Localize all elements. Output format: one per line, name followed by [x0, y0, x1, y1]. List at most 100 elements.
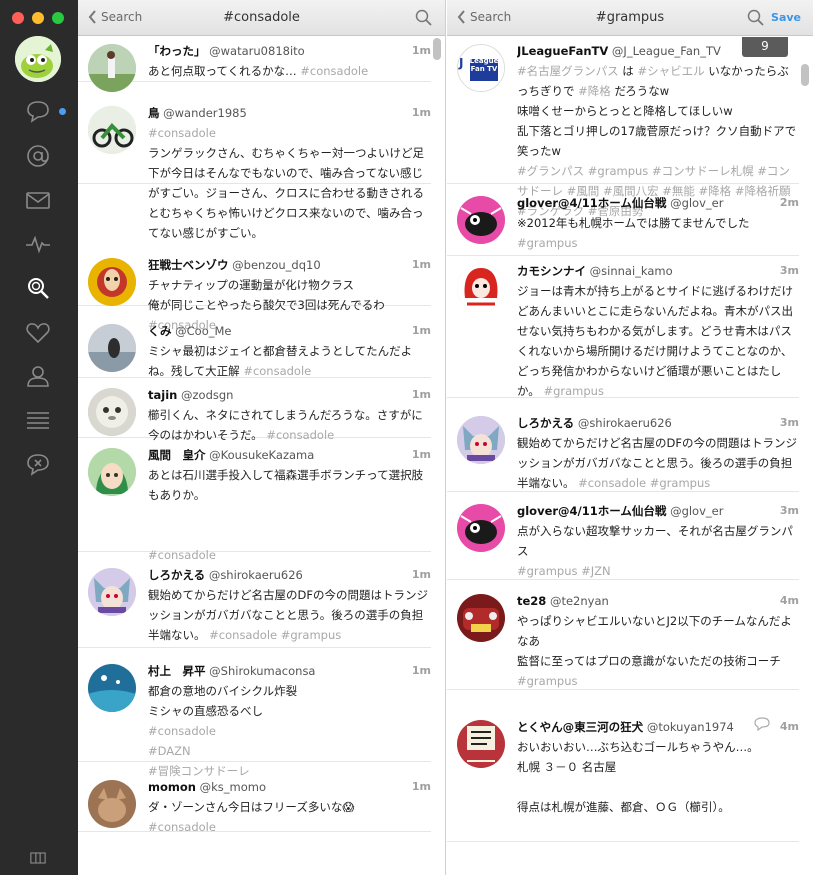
tweet-row[interactable]: 村上 昇平 @Shirokumaconsa 1m 都倉の意地のバイシクル炸裂 ミシャの…	[78, 656, 431, 778]
avatar[interactable]	[88, 448, 136, 496]
tweet-text: ジョーは青木が持ち上がるとサイドに逃げるわけだけどあんまいいとこに走らないんだよ…	[517, 284, 793, 398]
display-name: とくやん@東三河の狂犬	[517, 720, 644, 734]
avatar[interactable]	[88, 258, 136, 306]
save-button[interactable]: Save	[771, 11, 801, 24]
search-icon[interactable]	[22, 273, 54, 303]
user-handle: @ks_momo	[199, 780, 267, 794]
timestamp: 3m	[779, 416, 799, 429]
hashtag: #consadole	[243, 364, 312, 378]
display-name: 村上 昇平	[148, 664, 206, 678]
avatar[interactable]	[88, 664, 136, 712]
timestamp: 3m	[779, 264, 799, 277]
tweet-row[interactable]: 鳥 @wander1985 1m #consadole ランゲラックさん、むちゃくちゃ…	[78, 98, 431, 240]
window-controls	[12, 12, 64, 24]
text-segment: だろうなw	[610, 84, 670, 98]
tweet-text: #名古屋グランパス は #シャビエル いなかったらぶっちぎりで #降格 だろうな…	[517, 61, 799, 101]
tweet-text: ランゲラックさん、むちゃくちゃー対一つよいけど足下が今日はそんなでもないので、噛…	[148, 146, 424, 240]
avatar[interactable]	[88, 388, 136, 436]
tweet-feed: J League Fan TV JLeagueFanTV @J_League_Fan_…	[447, 36, 813, 875]
tweet-text	[148, 505, 431, 525]
tweet-row[interactable]: te28 @te2nyan 4m やっぱりシャビエルいないとJ2以下のチームなんだよ…	[447, 586, 799, 690]
tweet-text	[517, 777, 799, 797]
tweet-row[interactable]: momon @ks_momo 1m ダ・ゾーンさん今日はフリーズ多いな😱 #consa…	[78, 772, 431, 834]
tweet-body: 「わった」 @wataru0818ito 1m あと何点取ってくれるかな… #con…	[148, 41, 431, 81]
avatar[interactable]	[88, 44, 136, 92]
tweet-body: glover@4/11ホーム仙台戦 @glov_er 2m ※2012年も札幌ホーム…	[517, 193, 799, 253]
conversation-icon[interactable]	[753, 717, 771, 737]
avatar-label: J	[459, 56, 464, 70]
avatar[interactable]	[457, 416, 505, 464]
search-icon[interactable]	[747, 9, 765, 27]
display-name: カモシンナイ	[517, 264, 586, 278]
tweet-text: 味噌くせーからとっとと降格してほしいw	[517, 101, 799, 121]
tweet-text: 札幌 ３－０ 名古屋	[517, 760, 617, 774]
maximize-window-button[interactable]	[52, 12, 64, 24]
tweet-text: 点が入らない超攻撃サッカー、それが名古屋グランパス	[517, 524, 793, 558]
avatar[interactable]	[457, 720, 505, 768]
tweet-row[interactable]: J League Fan TV JLeagueFanTV @J_League_Fan_…	[447, 36, 799, 218]
new-tweets-badge[interactable]: 9	[742, 37, 788, 57]
user-handle: @glov_er	[670, 504, 724, 518]
minimize-window-button[interactable]	[32, 12, 44, 24]
display-name: 風間 皇介	[148, 448, 206, 462]
columns-icon[interactable]	[22, 846, 54, 870]
tweet-row[interactable]: カモシンナイ @sinnai_kamo 3m ジョーは青木が持ち上がるとサイドに逃げ…	[447, 256, 799, 398]
tweet-text: チャナティップの運動量が化け物クラス	[148, 278, 354, 292]
tweet-row[interactable]: くみ @Coo_Me 1m ミシャ最初はジェイと都倉替えようとしてたんだよね。残して…	[78, 316, 431, 378]
likes-icon[interactable]	[22, 318, 54, 348]
account-avatar[interactable]	[15, 36, 61, 82]
tweet-text: 得点は札幌が進藤、都倉、ＯＧ（櫛引）。	[517, 800, 730, 814]
tweet-text: あとは石川選手投入して福森選手ボランチって選択肢もありか。	[148, 468, 424, 502]
profile-icon[interactable]	[22, 361, 54, 391]
avatar[interactable]	[457, 264, 505, 312]
display-name: 狂戦士ベンゾウ	[148, 258, 229, 272]
user-handle: @wataru0818ito	[209, 44, 305, 58]
text-segment: 乱下落とゴリ押しの17歳菅原だっけ？クソ自動ドアで笑ったw	[517, 124, 797, 158]
hashtag: #consadole #grampus	[578, 476, 711, 490]
avatar[interactable]: J League Fan TV	[457, 44, 505, 92]
display-name: JLeagueFanTV	[517, 44, 609, 58]
column-header: Search #consadole	[78, 0, 445, 36]
avatar[interactable]	[457, 594, 505, 642]
avatar[interactable]	[88, 780, 136, 828]
timestamp: 1m	[411, 664, 431, 677]
user-handle: @tokuyan1974	[646, 720, 734, 734]
muted-icon[interactable]	[22, 449, 54, 479]
tweet-row[interactable]: glover@4/11ホーム仙台戦 @glov_er 2m ※2012年も札幌ホーム…	[447, 188, 799, 256]
avatar[interactable]	[88, 568, 136, 616]
lists-icon[interactable]	[22, 405, 54, 435]
tweet-body: glover@4/11ホーム仙台戦 @glov_er 3m 点が入らない超攻撃サッカ…	[517, 501, 799, 581]
tweet-row[interactable]: しろかえる @shirokaeru626 1m 観始めてからだけど名古屋のDFの今の…	[78, 560, 431, 648]
tweet-row[interactable]: しろかえる @shirokaeru626 3m 観始めてからだけど名古屋のDFの今の…	[447, 408, 799, 492]
tweet-row[interactable]: glover@4/11ホーム仙台戦 @glov_er 3m 点が入らない超攻撃サッカ…	[447, 496, 799, 580]
avatar-label: League	[469, 57, 499, 65]
activity-icon[interactable]	[22, 229, 54, 259]
avatar[interactable]	[457, 196, 505, 244]
tweet-body: とくやん@東三河の狂犬 @tokuyan1974 4m おいおいおい…ぶち込むゴール…	[517, 717, 799, 817]
tweet-body: momon @ks_momo 1m ダ・ゾーンさん今日はフリーズ多いな😱 #consa…	[148, 777, 431, 837]
display-name: glover@4/11ホーム仙台戦	[517, 504, 667, 518]
search-icon[interactable]	[415, 9, 433, 27]
tweet-row[interactable]: とくやん@東三河の狂犬 @tokuyan1974 4m おいおいおい…ぶち込むゴール…	[447, 712, 799, 842]
hashtag-line: #grampus	[517, 236, 578, 250]
tweet-body: 村上 昇平 @Shirokumaconsa 1m 都倉の意地のバイシクル炸裂 ミシャの…	[148, 661, 431, 781]
tweet-row[interactable]: tajin @zodsgn 1m 櫛引くん、ネタにされてしまうんだろうな。さすがに今…	[78, 380, 431, 442]
avatar[interactable]	[88, 324, 136, 372]
direct-messages-icon[interactable]	[22, 185, 54, 215]
user-line: 狂戦士ベンゾウ @benzou_dq10	[148, 255, 431, 275]
display-name: しろかえる	[517, 416, 575, 430]
tweet-text: ミシャ最初はジェイと都倉替えようとしてたんだよね。残して大正解 #consado…	[148, 344, 413, 378]
tweet-row[interactable]: 「わった」 @wataru0818ito 1m あと何点取ってくれるかな… #con…	[78, 36, 431, 92]
hashtag-line: #consadole	[148, 820, 216, 834]
tweet-row[interactable]: 風間 皇介 @KousukeKazama 1m あとは石川選手投入して福森選手ボラン…	[78, 440, 431, 562]
tweet-row[interactable]: 狂戦士ベンゾウ @benzou_dq10 1m チャナティップの運動量が化け物クラス…	[78, 250, 431, 332]
tweet-text: 乱下落とゴリ押しの17歳菅原だっけ？クソ自動ドアで笑ったw	[517, 121, 799, 161]
hashtag: #シャビエル	[637, 64, 705, 78]
messages-icon[interactable]	[22, 96, 54, 126]
mentions-icon[interactable]	[22, 141, 54, 171]
avatar[interactable]	[457, 504, 505, 552]
user-line: カモシンナイ @sinnai_kamo	[517, 261, 799, 281]
close-window-button[interactable]	[12, 12, 24, 24]
tweet-feed: 「わった」 @wataru0818ito 1m あと何点取ってくれるかな… #con…	[78, 36, 445, 875]
avatar[interactable]	[88, 106, 136, 154]
